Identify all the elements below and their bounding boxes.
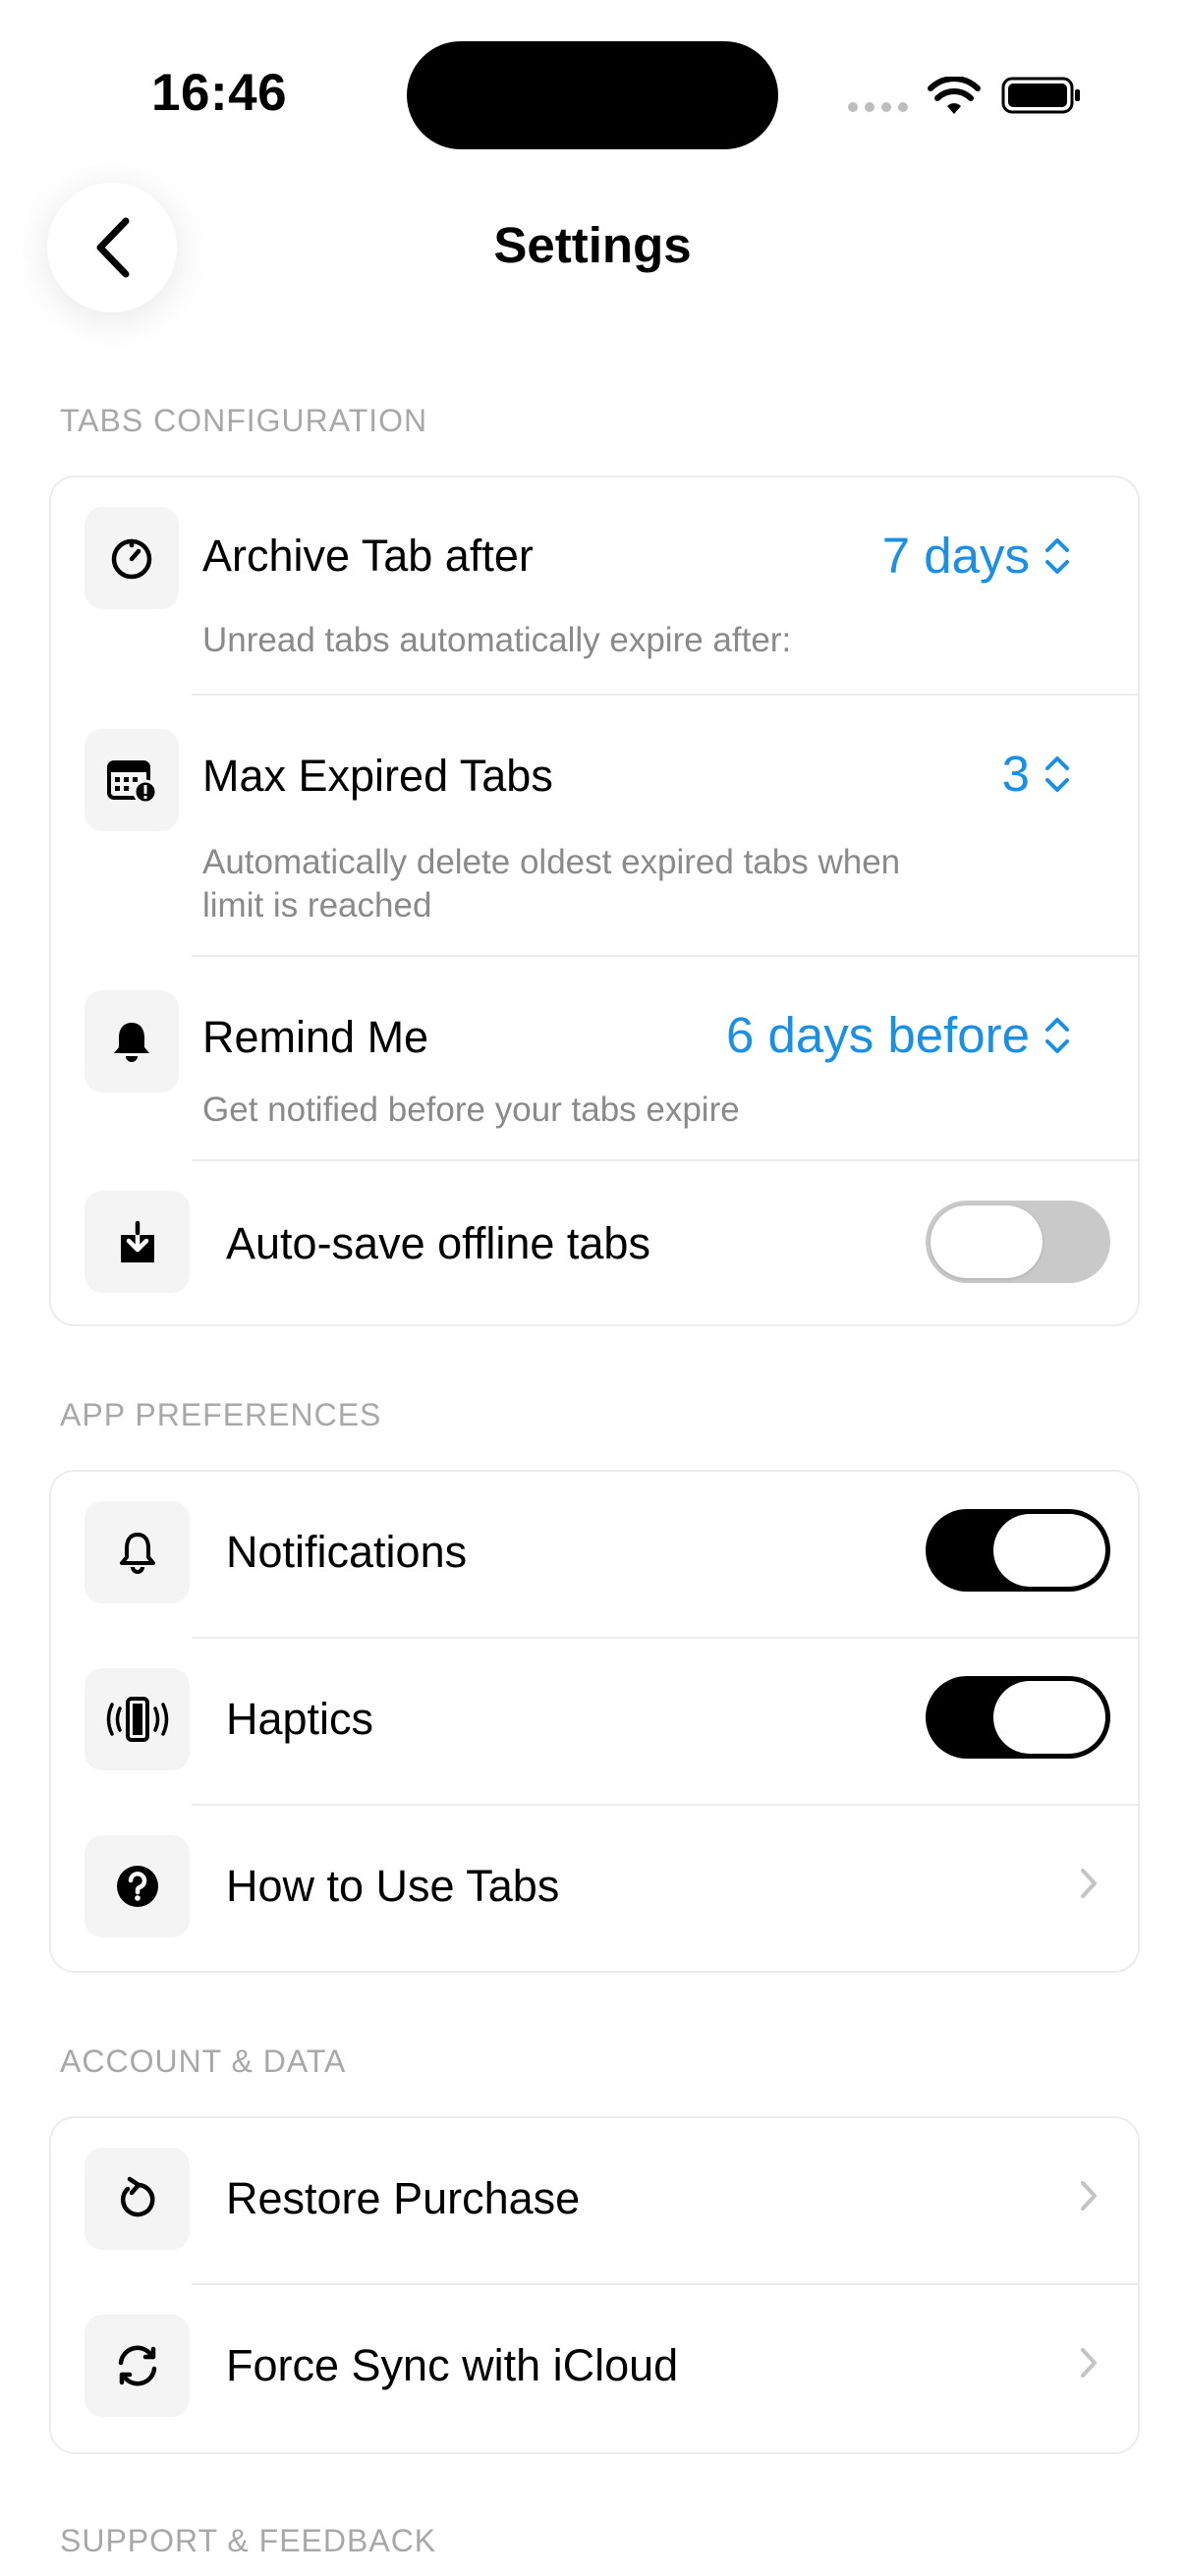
battery-icon [1001,77,1080,114]
restore-purchase-title: Restore Purchase [226,2173,581,2223]
page-title: Settings [493,217,692,273]
chevron-up-down-icon [1045,756,1069,792]
remind-me-title: Remind Me [202,1012,429,1062]
chevron-up-down-icon [1045,1017,1069,1053]
chevron-right-icon [1081,2348,1097,2378]
max-expired-tabs-value: 3 [1001,746,1030,802]
help-circle-icon [85,1835,190,1937]
bell-filled-icon [85,990,179,1092]
calendar-alert-icon [85,729,179,831]
phone-vibrate-icon [85,1668,190,1770]
app-preferences-card: Notifications Haptics How to Use Tabs [49,1470,1140,1973]
auto-save-title: Auto-save offline tabs [226,1218,650,1268]
archive-tab-title: Archive Tab after [202,531,534,581]
account-data-card: Restore Purchase Force Sync with iCloud [49,2116,1140,2454]
notifications-toggle[interactable] [926,1509,1110,1592]
haptics-toggle[interactable] [926,1676,1110,1759]
archive-tab-subtitle: Unread tabs automatically expire after: [202,621,792,659]
divider [192,2283,1138,2285]
download-box-icon [85,1191,190,1293]
section-header-support-feedback: SUPPORT & FEEDBACK [60,2523,437,2558]
max-expired-tabs-value-picker[interactable]: 3 [1002,745,1071,803]
divider [192,955,1138,957]
max-expired-tabs-title: Max Expired Tabs [202,751,553,801]
chevron-right-icon [1081,1869,1097,1898]
toggle-knob [931,1205,1043,1278]
force-sync-title: Force Sync with iCloud [226,2340,679,2390]
section-header-app-preferences: APP PREFERENCES [60,1397,382,1432]
archive-tab-value: 7 days [881,528,1030,584]
toggle-knob [993,1681,1105,1754]
remind-me-value-picker[interactable]: 6 days before [726,1006,1071,1064]
auto-save-toggle[interactable] [926,1201,1110,1283]
dynamic-island [407,41,778,149]
max-expired-tabs-subtitle-line-2: limit is reached [202,886,432,924]
status-time: 16:46 [151,64,288,122]
section-header-tabs-configuration: TABS CONFIGURATION [60,403,428,438]
divider [192,1804,1138,1806]
remind-me-subtitle: Get notified before your tabs expire [202,1091,740,1129]
divider [192,694,1138,696]
divider [192,1159,1138,1161]
chevron-up-down-icon [1045,537,1069,574]
wifi-icon [928,77,981,114]
max-expired-tabs-subtitle-line-1: Automatically delete oldest expired tabs… [202,843,901,881]
chevron-right-icon [1081,2181,1097,2211]
timer-icon [85,507,179,609]
toggle-knob [993,1514,1105,1587]
bell-outline-icon [85,1501,190,1603]
max-expired-tabs-subtitle: Automatically delete oldest expired tabs… [202,841,900,927]
remind-me-value: 6 days before [725,1007,1030,1063]
archive-tab-value-picker[interactable]: 7 days [882,527,1071,585]
divider [192,1637,1138,1639]
how-to-use-tabs-title: How to Use Tabs [226,1861,560,1911]
haptics-title: Haptics [226,1694,374,1744]
section-header-account-data: ACCOUNT & DATA [60,2044,347,2079]
restore-icon [85,2148,190,2250]
cellular-signal-icon [848,102,908,112]
notifications-title: Notifications [226,1527,468,1577]
sync-icon [85,2315,190,2417]
tabs-configuration-card: Archive Tab after 7 days Unread tabs aut… [49,476,1140,1326]
